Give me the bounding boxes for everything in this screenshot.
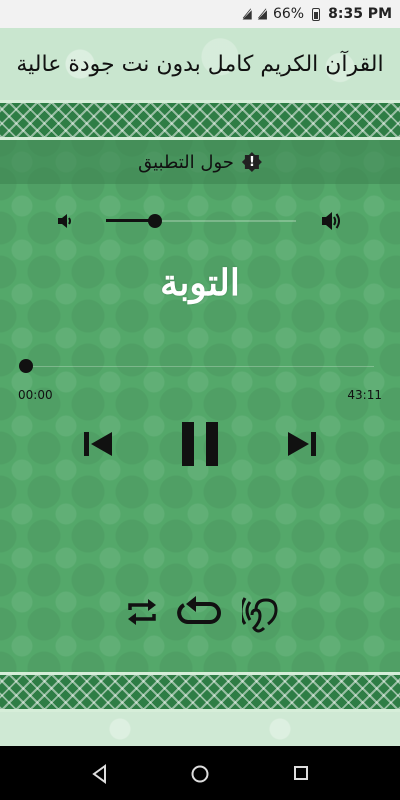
skip-next-icon[interactable]: [286, 428, 318, 460]
progress-track[interactable]: [26, 366, 374, 367]
battery-percent: 66%: [272, 6, 305, 22]
loop-once-icon[interactable]: [176, 594, 224, 630]
status-bar: ◢̸ ◢̸ 66% 8:35 PM: [0, 0, 400, 28]
skip-previous-icon[interactable]: [82, 428, 114, 460]
footer-pattern: [0, 712, 400, 746]
repeat-icon[interactable]: [124, 594, 160, 630]
ornament-band-top: [0, 100, 400, 140]
recent-apps-icon[interactable]: [292, 764, 310, 782]
battery-icon: [312, 7, 321, 21]
volume-high-icon[interactable]: [320, 210, 344, 232]
system-nav-bar: [0, 746, 400, 800]
signal-x-icon: ◢̸: [242, 7, 252, 21]
about-app-label: حول التطبيق: [138, 151, 234, 173]
ear-icon[interactable]: [242, 594, 278, 634]
elapsed-time: 00:00: [18, 388, 53, 402]
volume-slider-thumb[interactable]: [148, 214, 163, 228]
about-app-button[interactable]: ! حول التطبيق: [0, 140, 400, 184]
ornament-band-bottom: [0, 672, 400, 712]
app-title: القرآن الكريم كامل بدون نت جودة عالية: [16, 51, 384, 77]
pause-icon[interactable]: [176, 420, 224, 468]
home-icon[interactable]: [190, 764, 210, 784]
app-header: القرآن الكريم كامل بدون نت جودة عالية: [0, 28, 400, 100]
progress-thumb[interactable]: [19, 359, 33, 373]
player-panel: ! حول التطبيق التوبة 00:00 43:11: [0, 140, 400, 672]
back-icon[interactable]: [90, 764, 110, 784]
surah-name: التوبة: [160, 262, 240, 304]
volume-low-icon[interactable]: [56, 212, 76, 230]
wifi-x-icon: ◢̸: [257, 7, 267, 21]
total-time: 43:11: [347, 388, 382, 402]
info-badge-icon: !: [241, 152, 262, 172]
volume-row: [0, 206, 400, 236]
clock: 8:35 PM: [328, 6, 392, 22]
